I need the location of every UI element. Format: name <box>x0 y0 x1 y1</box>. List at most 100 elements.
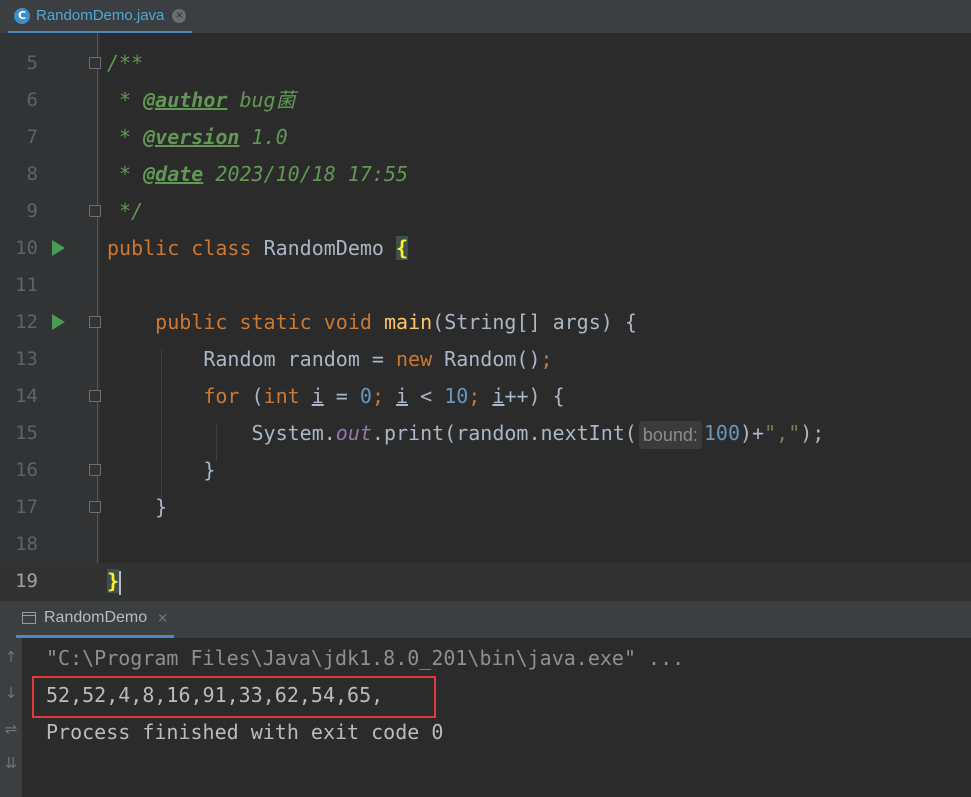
code-line: 14 for (int i = 0; i < 10; i++) { <box>0 378 971 415</box>
code-token: Random() <box>444 347 541 371</box>
code-line: 16 } <box>0 452 971 489</box>
code-line: 9 */ <box>0 193 971 230</box>
doc-star: * <box>119 125 144 149</box>
code-line: 11 <box>0 267 971 304</box>
semicolon: ; <box>371 384 397 408</box>
close-icon[interactable]: × <box>157 611 168 626</box>
line-number: 5 <box>26 52 38 74</box>
line-number: 12 <box>15 311 38 333</box>
console-exit-line: Process finished with exit code 0 <box>46 720 444 744</box>
javadoc-tag: @date <box>143 162 204 186</box>
tab-randomdemo-java[interactable]: C RandomDemo.java × <box>8 0 193 34</box>
java-class-icon: C <box>14 7 30 24</box>
semicolon: ; <box>540 347 553 371</box>
fold-icon[interactable] <box>89 57 101 69</box>
javadoc-tag: @author <box>143 88 228 112</box>
console-command-line: "C:\Program Files\Java\jdk1.8.0_201\bin\… <box>46 646 685 670</box>
fold-icon[interactable] <box>89 205 101 217</box>
code-text: */ <box>107 193 143 230</box>
params: (String[] args) { <box>432 310 637 334</box>
arrow-down-icon[interactable]: ↓ <box>0 684 22 702</box>
string-literal: "," <box>764 421 801 445</box>
line-number: 18 <box>15 533 38 555</box>
code-editor[interactable]: 5 /** 6 * @author bug菌 7 * @version 1.0 … <box>0 33 971 600</box>
number-literal: 0 <box>359 384 372 408</box>
keyword: class <box>191 236 252 260</box>
doc-star: * <box>119 88 144 112</box>
code-token: ( <box>239 384 264 408</box>
doc-comment: /** <box>107 51 144 75</box>
code-line: 5 /** <box>0 45 971 82</box>
code-text: public class RandomDemo { <box>107 230 409 267</box>
doc-comment: 2023/10/18 17:55 <box>203 162 409 186</box>
code-text: } <box>107 489 167 526</box>
brace-match: } <box>107 569 120 593</box>
code-token: < <box>408 384 445 408</box>
code-line: 17 } <box>0 489 971 526</box>
close-icon[interactable]: × <box>172 8 187 23</box>
line-number: 19 <box>15 570 38 592</box>
arrow-up-icon[interactable]: ↑ <box>0 648 22 666</box>
number-literal: 10 <box>444 384 469 408</box>
method-name: main <box>383 310 433 334</box>
code-text: * @date 2023/10/18 17:55 <box>107 156 408 193</box>
keyword: for <box>203 384 240 408</box>
doc-comment: bug菌 <box>227 88 296 112</box>
code-text: Random random = new Random(); <box>107 341 553 378</box>
code-line: 8 * @date 2023/10/18 17:55 <box>0 156 971 193</box>
scroll-to-end-icon[interactable]: ⇊ <box>0 754 22 772</box>
code-text: * @author bug菌 <box>107 82 296 119</box>
semicolon: ; <box>468 384 493 408</box>
line-number: 9 <box>26 200 38 222</box>
code-line: 15 System.out.print(random.nextInt(bound… <box>0 415 971 452</box>
text-caret <box>119 570 122 595</box>
line-number: 11 <box>15 274 38 296</box>
line-number: 13 <box>15 348 38 370</box>
doc-comment: */ <box>119 199 144 223</box>
run-panel-header: RandomDemo × <box>0 600 971 638</box>
loop-variable: i <box>492 384 505 408</box>
run-icon[interactable] <box>52 240 65 256</box>
code-token: Random random = <box>203 347 396 371</box>
keyword: public <box>107 236 180 260</box>
code-token: System. <box>251 421 336 445</box>
line-number: 17 <box>15 496 38 518</box>
ide-window: C RandomDemo.java × 5 /** 6 * @author bu… <box>0 0 971 797</box>
keyword: void <box>323 310 372 334</box>
code-line: 12 public static void main(String[] args… <box>0 304 971 341</box>
loop-variable: i <box>311 384 324 408</box>
run-tab[interactable]: RandomDemo × <box>16 601 175 638</box>
code-line: 7 * @version 1.0 <box>0 119 971 156</box>
loop-variable: i <box>396 384 409 408</box>
code-token: .print(random.nextInt( <box>371 421 637 445</box>
code-text: for (int i = 0; i < 10; i++) { <box>107 378 565 415</box>
run-console[interactable]: ↑ ↓ ⇌ ⇊ "C:\Program Files\Java\jdk1.8.0_… <box>0 638 971 797</box>
console-toolbar: ↑ ↓ ⇌ ⇊ <box>0 638 22 797</box>
keyword: new <box>395 347 433 371</box>
line-number: 10 <box>15 237 38 259</box>
code-text: } <box>107 563 122 600</box>
fold-icon[interactable] <box>89 501 101 513</box>
fold-icon[interactable] <box>89 316 101 328</box>
line-number: 16 <box>15 459 38 481</box>
line-number: 6 <box>26 89 38 111</box>
code-text: System.out.print(random.nextInt(bound: 10… <box>107 415 824 452</box>
code-token: ++) { <box>504 384 565 408</box>
fold-icon[interactable] <box>89 390 101 402</box>
code-token: } <box>203 458 216 482</box>
line-number: 7 <box>26 126 38 148</box>
code-line: 13 Random random = new Random(); <box>0 341 971 378</box>
keyword: static <box>239 310 312 334</box>
code-text: public static void main(String[] args) { <box>107 304 637 341</box>
run-icon[interactable] <box>52 314 65 330</box>
soft-wrap-icon[interactable]: ⇌ <box>0 720 22 738</box>
static-field: out <box>335 421 372 445</box>
javadoc-tag: @version <box>143 125 240 149</box>
tab-label: RandomDemo.java <box>36 7 165 24</box>
code-line: 6 * @author bug菌 <box>0 82 971 119</box>
fold-icon[interactable] <box>89 464 101 476</box>
console-icon <box>22 612 36 624</box>
parameter-hint: bound: <box>638 420 702 449</box>
code-line: 18 <box>0 526 971 563</box>
code-line-current: 19 } <box>0 563 971 600</box>
